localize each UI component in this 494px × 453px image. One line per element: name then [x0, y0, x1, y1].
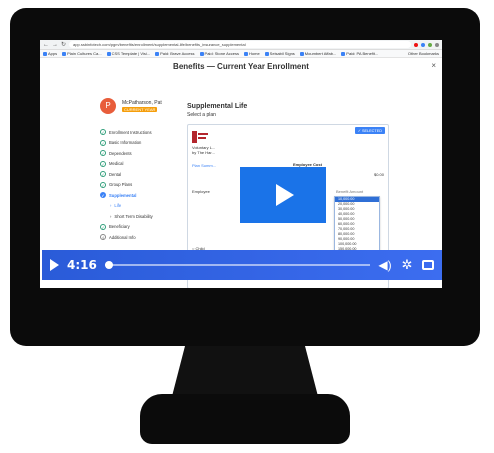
- section-subheading: Select a plan: [187, 112, 216, 118]
- fullscreen-icon[interactable]: [422, 260, 434, 270]
- gear-icon[interactable]: ✲: [400, 258, 414, 271]
- check-circle-icon: ✓: [100, 139, 106, 146]
- profile-icon[interactable]: [435, 42, 439, 47]
- chevron-right-icon: ›: [110, 203, 112, 209]
- progress-thumb[interactable]: [104, 261, 113, 269]
- sidebar-item-group-plans[interactable]: ✓ Group Plans: [100, 180, 175, 191]
- extension-icon[interactable]: [421, 42, 425, 47]
- bookmark-item[interactable]: Paid: Stone Access: [199, 51, 239, 56]
- time-display: 4:16: [67, 258, 97, 272]
- extension-icon[interactable]: [428, 42, 432, 47]
- play-overlay-button[interactable]: [240, 167, 326, 223]
- bookmarks-bar: Apps Plain Cultures Ca... CSS Template |…: [40, 50, 442, 58]
- bookmark-item[interactable]: CSS Template | Visi...: [106, 51, 150, 56]
- sidebar-item-dental[interactable]: ✓ Dental: [100, 169, 175, 180]
- check-circle-icon: ✓: [100, 150, 106, 157]
- check-circle-icon: ✓: [100, 181, 106, 188]
- forward-icon[interactable]: →: [52, 40, 58, 50]
- bookmark-item[interactable]: Plain Cultures Ca...: [62, 51, 102, 56]
- browser-toolbar: ← → ↻ app.ssbinfotech.com/pgm/benefits/e…: [40, 40, 442, 50]
- bookmark-item[interactable]: Home: [244, 51, 260, 56]
- plan-summary-link[interactable]: Plan Summ...: [192, 163, 216, 168]
- play-icon[interactable]: [50, 259, 59, 271]
- plan-name: Voluntary L... by The Har...: [192, 145, 216, 155]
- address-bar[interactable]: app.ssbinfotech.com/pgm/benefits/enrollm…: [69, 41, 411, 48]
- bookmark-item[interactable]: Apps: [43, 51, 57, 56]
- check-circle-icon: ✓: [100, 223, 106, 230]
- section-heading: Supplemental Life: [187, 103, 248, 110]
- progress-bar[interactable]: [104, 261, 370, 269]
- sidebar-item-medical[interactable]: ✓ Medical: [100, 159, 175, 170]
- bookmark-item[interactable]: Moumbert Affab...: [299, 51, 336, 56]
- play-icon: [276, 184, 294, 206]
- volume-icon[interactable]: ◀): [378, 259, 392, 271]
- close-icon[interactable]: ×: [431, 61, 436, 70]
- page-title: Benefits — Current Year Enrollment: [173, 62, 309, 71]
- employee-label: Employee: [192, 189, 210, 194]
- bookmark-item[interactable]: Seisabil Signs: [264, 51, 295, 56]
- check-circle-icon: ✓: [100, 192, 106, 199]
- check-circle-icon: ✓: [100, 129, 106, 136]
- sidebar-menu: ✓ Enrollment Instructions ✓ Basic Informat…: [100, 127, 175, 243]
- video-controls: 4:16 ◀) ✲: [42, 250, 442, 280]
- check-circle-icon: ✓: [100, 160, 106, 167]
- check-circle-icon: ✓: [100, 171, 106, 178]
- sidebar-item-additional-info[interactable]: 4 Additional Info: [100, 232, 175, 243]
- reload-icon[interactable]: ↻: [61, 40, 66, 50]
- chevron-right-icon: ›: [110, 213, 112, 219]
- sidebar-item-dependents[interactable]: ✓ Dependents: [100, 148, 175, 159]
- employee-cost-value: $0.00: [373, 172, 384, 177]
- bookmark-item[interactable]: Paid: Brave Access: [155, 51, 195, 56]
- status-badge: CURRENT YEAR: [122, 107, 158, 112]
- other-bookmarks[interactable]: Other Bookmarks: [408, 51, 439, 56]
- monitor-frame: ← → ↻ app.ssbinfotech.com/pgm/benefits/e…: [0, 0, 494, 453]
- extension-icon[interactable]: [414, 42, 418, 47]
- bookmark-item[interactable]: Paid: PA Benefit...: [341, 51, 378, 56]
- sidebar-item-supplemental[interactable]: ✓ Supplemental: [100, 190, 175, 201]
- sidebar-item-beneficiary[interactable]: ✓ Beneficiary: [100, 222, 175, 233]
- selected-badge: ✓ SELECTED: [354, 127, 385, 134]
- sidebar-item-basic-information[interactable]: ✓ Basic Information: [100, 138, 175, 149]
- avatar: P: [100, 98, 116, 114]
- monitor-stand: [140, 394, 350, 444]
- back-icon[interactable]: ←: [43, 40, 49, 50]
- user-name: McPatharson, Pat: [122, 100, 162, 106]
- step-circle-icon: 4: [100, 234, 106, 241]
- sidebar-item-life[interactable]: › Life: [100, 201, 175, 212]
- sidebar-item-enrollment-instructions[interactable]: ✓ Enrollment Instructions: [100, 127, 175, 138]
- sidebar-item-short-term-disability[interactable]: › Short Term Disability: [100, 211, 175, 222]
- insurer-logo-icon: [192, 131, 208, 143]
- benefit-amount-label: Benefit Amount: [336, 189, 364, 194]
